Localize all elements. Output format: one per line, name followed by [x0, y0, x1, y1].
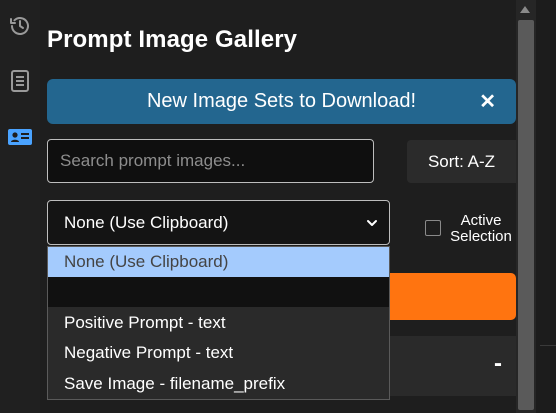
- scroll-up-icon[interactable]: [520, 6, 530, 13]
- banner-text: New Image Sets to Download!: [146, 90, 417, 112]
- divider: [540, 345, 556, 346]
- notes-icon[interactable]: [7, 68, 33, 94]
- target-select[interactable]: None (Use Clipboard): [47, 200, 390, 245]
- history-icon[interactable]: [7, 13, 33, 39]
- collapse-toggle[interactable]: -: [494, 350, 502, 378]
- id-card-icon[interactable]: [7, 124, 33, 150]
- scrollbar-thumb[interactable]: [518, 20, 534, 410]
- active-label-line2: Selection: [450, 228, 512, 245]
- dropdown-option[interactable]: None (Use Clipboard): [48, 247, 389, 277]
- search-input[interactable]: [47, 139, 374, 183]
- app-root: Prompt Image Gallery New Image Sets to D…: [0, 0, 556, 413]
- dropdown-option[interactable]: Positive Prompt - text: [48, 308, 389, 338]
- sort-button[interactable]: Sort: A-Z: [407, 140, 516, 183]
- active-selection-checkbox[interactable]: [425, 220, 441, 236]
- select-dropdown-list: None (Use Clipboard) Positive Prompt - t…: [47, 246, 390, 400]
- load-button[interactable]: [380, 273, 516, 320]
- active-label-line1: Active: [460, 212, 502, 229]
- active-selection-label: Active Selection: [446, 213, 516, 245]
- dropdown-option[interactable]: Save Image - filename_prefix: [48, 369, 389, 399]
- close-icon[interactable]: ✕: [479, 89, 496, 114]
- dropdown-option[interactable]: [48, 277, 389, 307]
- download-banner[interactable]: New Image Sets to Download! ✕: [47, 79, 516, 124]
- sidebar-rail: [0, 0, 40, 413]
- page-title: Prompt Image Gallery: [47, 26, 298, 53]
- chevron-down-icon: [367, 220, 377, 226]
- select-value: None (Use Clipboard): [64, 212, 229, 232]
- dropdown-option[interactable]: Negative Prompt - text: [48, 338, 389, 368]
